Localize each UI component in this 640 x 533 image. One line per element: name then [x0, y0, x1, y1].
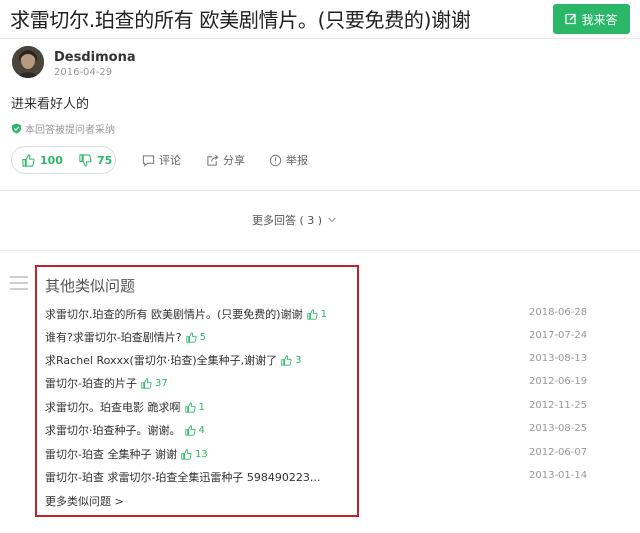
adopted-note: 本回答被提问者采纳	[11, 121, 115, 136]
dislike-count: 75	[96, 153, 113, 167]
similar-question-date: 2013-08-13	[529, 353, 588, 364]
similar-question-item[interactable]: 求Rachel Roxxx(雷切尔·珀查)全集种子,谢谢了 3	[45, 352, 302, 368]
thumbs-up-icon	[141, 377, 152, 389]
thumbs-up-icon	[22, 153, 35, 167]
report-button[interactable]: 举报	[269, 152, 308, 168]
similar-question-likes: 4	[184, 424, 205, 436]
similar-question-text: 谁有?求雷切尔-珀查剧情片?	[45, 331, 182, 344]
answer-text: 进来看好人的	[11, 97, 90, 112]
similar-question-item[interactable]: 谁有?求雷切尔-珀查剧情片? 5	[45, 329, 206, 345]
similar-question-likes: 5	[186, 332, 206, 343]
similar-question-date: 2012-06-07	[529, 447, 588, 458]
like-count: 1	[198, 401, 205, 413]
dislike-button[interactable]: 75	[79, 154, 112, 167]
share-button[interactable]: 分享	[206, 152, 245, 168]
thumbs-up-icon	[281, 354, 292, 366]
avatar[interactable]	[12, 46, 44, 78]
similar-question-date: 2012-11-25	[529, 400, 588, 411]
divider	[0, 38, 640, 39]
more-similar-link[interactable]: 更多类似问题 >	[45, 493, 124, 509]
post-date: 2016-04-29	[54, 67, 113, 78]
similar-question-item[interactable]: 雷切尔-珀查 全集种子 谢谢 13	[45, 446, 208, 462]
similar-question-text: 雷切尔-珀查 求雷切尔-珀查全集迅雷种子 598490223...	[45, 471, 321, 484]
similar-question-date: 2012-06-19	[529, 376, 588, 387]
report-label: 举报	[286, 154, 308, 167]
comment-label: 评论	[159, 154, 181, 167]
similar-question-item[interactable]: 求雷切尔.珀查的所有 欧美剧情片。(只要免费的)谢谢 1	[45, 306, 327, 322]
similar-question-text: 求雷切尔·珀查种子。谢谢。	[45, 424, 181, 437]
chevron-down-icon	[328, 217, 336, 223]
thumbs-up-icon	[306, 308, 318, 320]
similar-question-likes: 37	[141, 378, 168, 389]
adopted-note-text: 本回答被提问者采纳	[25, 125, 115, 136]
similar-question-text: 求雷切尔。珀查电影 跪求啊	[45, 401, 181, 414]
similar-question-text: 雷切尔-珀查的片子	[45, 377, 137, 390]
share-label: 分享	[223, 154, 245, 167]
similar-question-item[interactable]: 雷切尔-珀查 求雷切尔-珀查全集迅雷种子 598490223...	[45, 469, 320, 485]
comment-button[interactable]: 评论	[142, 152, 181, 168]
like-button[interactable]: 100	[22, 154, 63, 167]
similar-question-likes: 3	[281, 354, 302, 366]
thumbs-up-icon	[184, 424, 196, 436]
similar-question-text: 求Rachel Roxxx(雷切尔·珀查)全集种子,谢谢了	[45, 354, 278, 367]
similar-questions-title: 其他类似问题	[45, 277, 136, 295]
warning-icon	[269, 154, 282, 166]
like-count: 4	[198, 424, 205, 436]
list-icon	[10, 276, 28, 290]
similar-question-text: 雷切尔-珀查 全集种子 谢谢	[45, 448, 177, 461]
similar-question-item[interactable]: 求雷切尔·珀查种子。谢谢。 4	[45, 422, 205, 438]
question-title: 求雷切尔.珀查的所有 欧美剧情片。(只要免费的)谢谢	[10, 8, 471, 32]
author-name[interactable]: Desdimona	[54, 50, 136, 65]
thumbs-up-icon	[184, 401, 196, 413]
like-count: 37	[154, 377, 168, 389]
similar-question-likes: 13	[181, 449, 208, 460]
divider	[0, 190, 640, 191]
like-count: 3	[295, 354, 302, 366]
share-icon	[207, 154, 219, 166]
like-count: 13	[194, 448, 208, 460]
similar-question-item[interactable]: 求雷切尔。珀查电影 跪求啊 1	[45, 399, 205, 415]
similar-question-date: 2018-06-28	[529, 307, 588, 318]
similar-question-likes: 1	[306, 308, 327, 320]
like-count: 1	[320, 308, 327, 320]
more-answers-label: 更多回答 ( 3 )	[252, 214, 323, 227]
similar-question-item[interactable]: 雷切尔-珀查的片子 37	[45, 375, 168, 391]
divider	[0, 250, 640, 251]
like-count: 100	[40, 153, 63, 167]
similar-question-date: 2013-01-14	[529, 470, 588, 481]
more-answers-link[interactable]: 更多回答 ( 3 )	[252, 212, 337, 228]
similar-question-date: 2013-08-25	[529, 423, 588, 434]
like-count: 5	[199, 331, 207, 343]
similar-question-date: 2017-07-24	[529, 330, 588, 341]
answer-button[interactable]: 我来答	[553, 4, 630, 34]
shield-check-icon	[11, 123, 22, 134]
vote-box: 100 75	[11, 146, 116, 174]
similar-question-text: 求雷切尔.珀查的所有 欧美剧情片。(只要免费的)谢谢	[45, 308, 303, 321]
answer-button-label: 我来答	[581, 12, 618, 27]
thumbs-down-icon	[79, 153, 92, 167]
thumbs-up-icon	[186, 331, 197, 343]
comment-icon	[142, 154, 155, 167]
thumbs-up-icon	[181, 448, 192, 460]
similar-question-likes: 1	[184, 401, 205, 413]
edit-icon	[565, 13, 577, 25]
